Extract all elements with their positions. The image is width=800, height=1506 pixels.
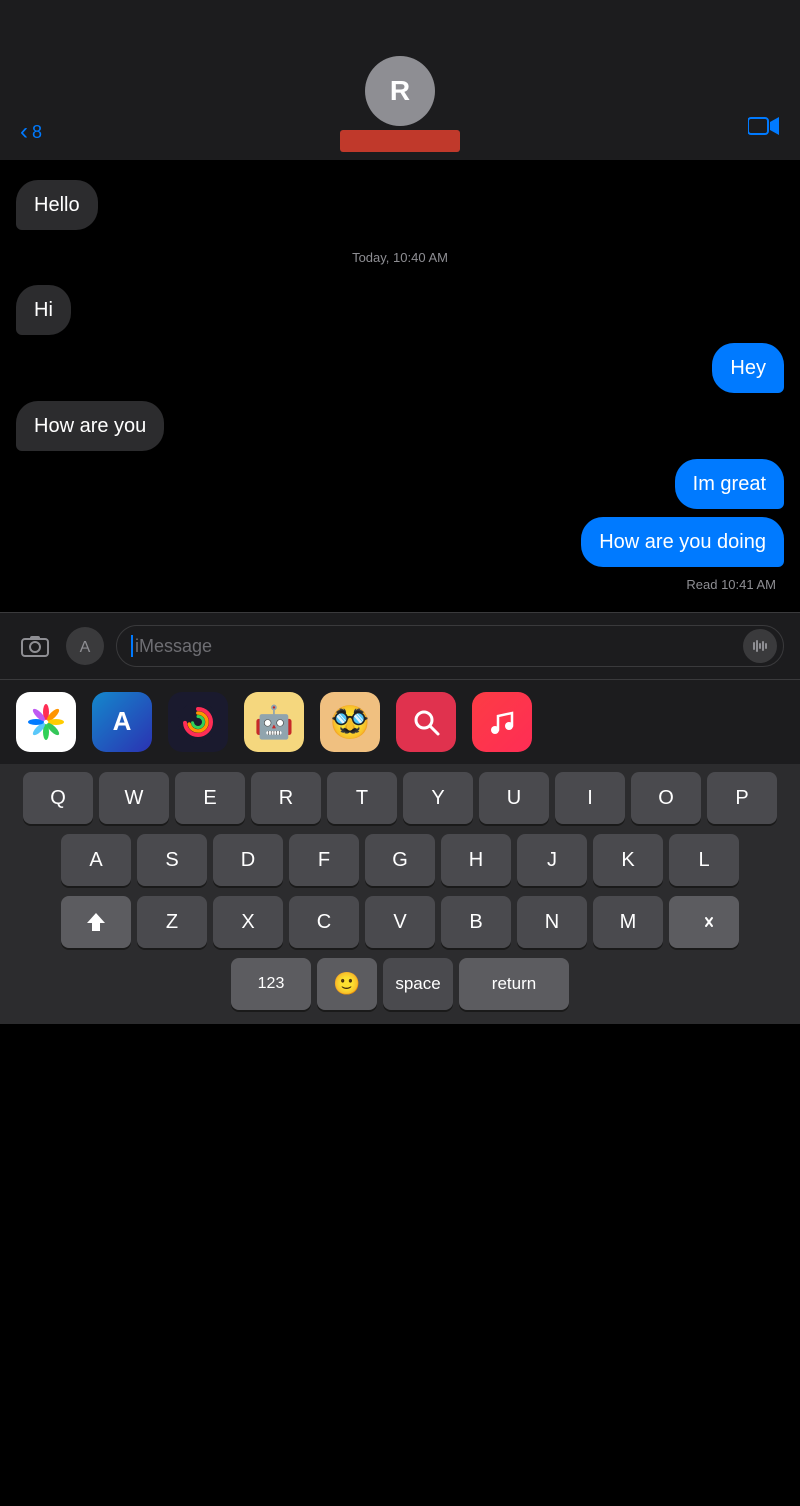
input-bar: A iMessage [0, 612, 800, 679]
svg-text:A: A [113, 706, 132, 736]
key-i[interactable]: I [555, 772, 625, 824]
key-j[interactable]: J [517, 834, 587, 886]
message-row-4: Hey [16, 343, 784, 393]
apps-button[interactable]: A [66, 627, 104, 665]
keyboard-row-4: 123 🙂 space return [6, 958, 794, 1010]
emoji-key[interactable]: 🙂 [317, 958, 377, 1010]
audio-record-button[interactable] [743, 629, 777, 663]
text-cursor [131, 635, 133, 657]
video-call-button[interactable] [748, 114, 780, 144]
shift-key[interactable] [61, 896, 131, 948]
memoji2-icon[interactable]: 🥸 [320, 692, 380, 752]
bubble-received: Hello [16, 180, 98, 230]
delete-key[interactable] [669, 896, 739, 948]
key-b[interactable]: B [441, 896, 511, 948]
key-d[interactable]: D [213, 834, 283, 886]
num-key[interactable]: 123 [231, 958, 311, 1010]
back-badge-count: 8 [32, 122, 42, 143]
message-row-7: How are you doing [16, 517, 784, 567]
space-key[interactable]: space [383, 958, 453, 1010]
photos-app-icon[interactable] [16, 692, 76, 752]
key-x[interactable]: X [213, 896, 283, 948]
bubble-sent: How are you doing [581, 517, 784, 567]
keyboard: Q W E R T Y U I O P A S D F G H J K L Z … [0, 764, 800, 1024]
key-q[interactable]: Q [23, 772, 93, 824]
bubble-sent: Hey [712, 343, 784, 393]
message-row-3: Hi [16, 285, 784, 335]
activity-icon[interactable] [168, 692, 228, 752]
svg-text:A: A [80, 639, 91, 656]
message-input[interactable]: iMessage [116, 625, 784, 667]
key-s[interactable]: S [137, 834, 207, 886]
camera-button[interactable] [16, 627, 54, 665]
key-g[interactable]: G [365, 834, 435, 886]
back-button[interactable]: ‹ 8 [20, 120, 42, 144]
read-receipt: Read 10:41 AM [16, 577, 784, 592]
key-u[interactable]: U [479, 772, 549, 824]
memoji1-icon[interactable]: 🤖 [244, 692, 304, 752]
keyboard-row-3: Z X C V B N M [6, 896, 794, 948]
input-placeholder: iMessage [135, 636, 212, 657]
key-k[interactable]: K [593, 834, 663, 886]
key-n[interactable]: N [517, 896, 587, 948]
bubble-sent: Im great [675, 459, 784, 509]
contact-name-bar [340, 130, 460, 152]
message-row-5: How are you [16, 401, 784, 451]
app-icons-row: A 🤖 🥸 [0, 679, 800, 764]
key-l[interactable]: L [669, 834, 739, 886]
timestamp: Today, 10:40 AM [16, 250, 784, 265]
bubble-received: Hi [16, 285, 71, 335]
keyboard-row-1: Q W E R T Y U I O P [6, 772, 794, 824]
key-f[interactable]: F [289, 834, 359, 886]
back-chevron-icon: ‹ [20, 120, 28, 144]
key-e[interactable]: E [175, 772, 245, 824]
appstore-icon[interactable]: A [92, 692, 152, 752]
key-o[interactable]: O [631, 772, 701, 824]
avatar[interactable]: R [365, 56, 435, 126]
key-a[interactable]: A [61, 834, 131, 886]
keyboard-row-2: A S D F G H J K L [6, 834, 794, 886]
key-h[interactable]: H [441, 834, 511, 886]
key-c[interactable]: C [289, 896, 359, 948]
key-y[interactable]: Y [403, 772, 473, 824]
key-w[interactable]: W [99, 772, 169, 824]
contact-info: R [340, 56, 460, 152]
music-icon[interactable] [472, 692, 532, 752]
key-t[interactable]: T [327, 772, 397, 824]
key-p[interactable]: P [707, 772, 777, 824]
messages-area: Hello Today, 10:40 AM Hi Hey How are you… [0, 160, 800, 612]
websearch-icon[interactable] [396, 692, 456, 752]
message-row-1: Hello [16, 180, 784, 230]
return-key[interactable]: return [459, 958, 569, 1010]
message-row-6: Im great [16, 459, 784, 509]
bubble-received: How are you [16, 401, 164, 451]
header: ‹ 8 R [0, 0, 800, 160]
key-z[interactable]: Z [137, 896, 207, 948]
key-r[interactable]: R [251, 772, 321, 824]
key-m[interactable]: M [593, 896, 663, 948]
message-input-wrapper: iMessage [116, 625, 784, 667]
key-v[interactable]: V [365, 896, 435, 948]
